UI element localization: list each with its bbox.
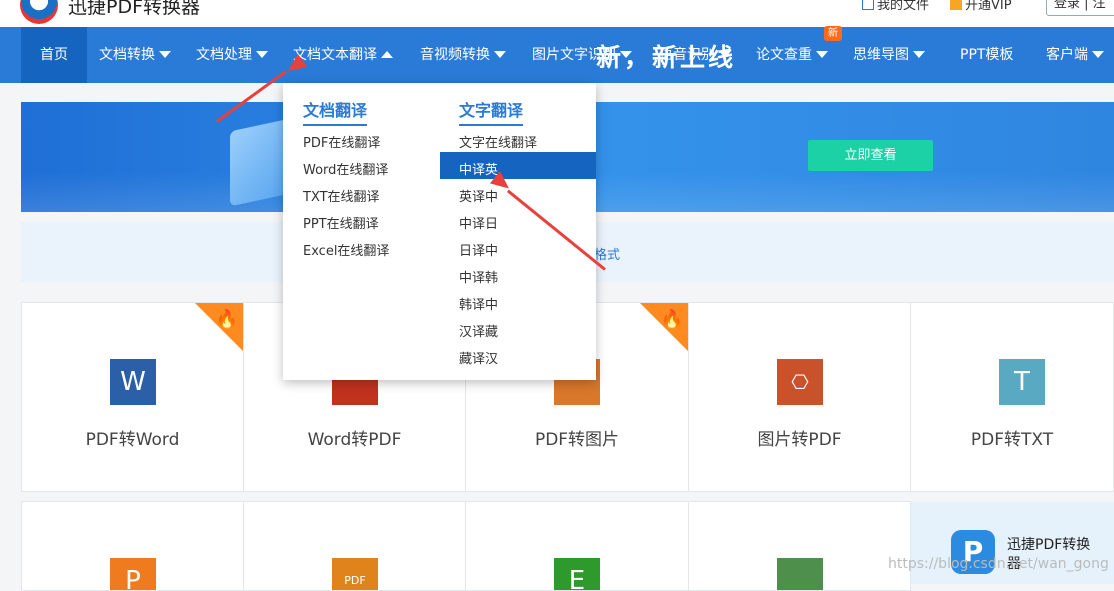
dropdown-section-title: 文档翻译 [303, 97, 368, 126]
tool-card-pdf-to-word[interactable]: 🔥 W PDF转Word [21, 302, 244, 492]
menu-item-excel-translate[interactable]: Excel在线翻译 [303, 240, 389, 259]
nav-label: 音视频转换 [420, 47, 490, 63]
excel-icon: E [554, 558, 600, 590]
top-bar: 迅捷PDF转换器 我的文件 开通VIP 登录 | 注 [0, 0, 1114, 27]
caret-up-icon [381, 51, 393, 58]
nav-item-client[interactable]: 客户端 [1046, 27, 1104, 83]
menu-item-zh-ko[interactable]: 中译韩 [459, 267, 498, 286]
flame-icon: 🔥 [660, 309, 683, 330]
nav-item-doc-convert[interactable]: 文档转换 [99, 27, 171, 83]
menu-item-ja-zh[interactable]: 日译中 [459, 240, 498, 259]
menu-item-zh-en[interactable]: 中译英 [459, 159, 498, 178]
watermark: https://blog.csdn.net/wan_gong [888, 556, 1109, 572]
translate-dropdown-menu: 文档翻译 文字翻译 PDF在线翻译 Word在线翻译 TXT在线翻译 PPT在线… [283, 83, 596, 380]
nav-label: 文档处理 [196, 47, 252, 63]
card-label: PDF转图片 [534, 430, 620, 450]
pdf-doc-icon: PDF [332, 558, 378, 590]
folder-icon [862, 0, 874, 10]
banner-illustration [230, 118, 290, 207]
nav-item-av-convert[interactable]: 音视频转换 [420, 27, 506, 83]
word-icon: W [110, 359, 156, 405]
crown-icon [950, 0, 962, 10]
nav-label: PPT模板 [960, 47, 1014, 63]
nav-item-plagiarism[interactable]: 论文查重 [756, 27, 828, 83]
menu-item-txt-translate[interactable]: TXT在线翻译 [303, 186, 380, 205]
tool-card[interactable] [688, 501, 911, 591]
login-button[interactable]: 登录 | 注 [1046, 0, 1114, 16]
site-logo[interactable] [20, 0, 58, 24]
tool-card-image-to-pdf[interactable]: ⎔ 图片转PDF [688, 302, 911, 492]
menu-item-word-translate[interactable]: Word在线翻译 [303, 159, 388, 178]
nav-label: 客户端 [1046, 47, 1088, 63]
file-icon [777, 558, 823, 590]
my-files-link[interactable]: 我的文件 [862, 0, 929, 13]
main-nav: 首页 文档转换 文档处理 文档文本翻译 音视频转换 图片文字识别 语音识别 论文… [0, 27, 1114, 83]
pdf-icon: ⎔ [777, 359, 823, 405]
tool-card[interactable]: PDF [243, 501, 466, 591]
tool-card[interactable]: P [21, 501, 244, 591]
flame-icon: 🔥 [215, 309, 238, 330]
nav-label: 论文查重 [756, 47, 812, 63]
view-now-button[interactable]: 立即查看 [808, 140, 933, 171]
hot-tag: 🔥 [195, 303, 243, 351]
nav-item-ppt[interactable]: PPT模板 [960, 27, 1013, 83]
tool-card[interactable]: E [465, 501, 689, 591]
caret-down-icon [159, 51, 171, 58]
menu-item-ppt-translate[interactable]: PPT在线翻译 [303, 213, 379, 232]
caret-down-icon [913, 51, 925, 58]
banner-text: 新，新上线 [596, 43, 737, 72]
nav-item-doc-translate[interactable]: 文档文本翻译 [293, 27, 393, 83]
nav-item-home[interactable]: 首页 [21, 27, 87, 83]
caret-down-icon [494, 51, 506, 58]
menu-item-pdf-translate[interactable]: PDF在线翻译 [303, 132, 380, 151]
menu-item-en-zh[interactable]: 英译中 [459, 186, 498, 205]
menu-item-zh-bo[interactable]: 汉译藏 [459, 321, 498, 340]
caret-down-icon [1092, 51, 1104, 58]
card-label: PDF转Word [85, 430, 180, 450]
site-title[interactable]: 迅捷PDF转换器 [68, 0, 200, 19]
tool-card-pdf-to-txt[interactable]: T PDF转TXT [910, 302, 1114, 492]
vip-link[interactable]: 开通VIP [950, 0, 1012, 13]
vip-label: 开通VIP [965, 0, 1012, 13]
new-badge: 新 [824, 26, 842, 41]
card-label: Word转PDF [307, 430, 402, 450]
menu-item-bo-zh[interactable]: 藏译汉 [459, 348, 498, 367]
hot-tag: 🔥 [640, 303, 688, 351]
menu-item-text-translate[interactable]: 文字在线翻译 [459, 132, 537, 151]
caret-down-icon [816, 51, 828, 58]
my-files-label: 我的文件 [877, 0, 930, 13]
caret-down-icon [256, 51, 268, 58]
menu-item-ko-zh[interactable]: 韩译中 [459, 294, 498, 313]
notice-link[interactable]: 格式 [594, 244, 620, 263]
card-label: 图片转PDF [757, 430, 842, 450]
card-label: PDF转TXT [970, 430, 1054, 450]
menu-item-zh-ja[interactable]: 中译日 [459, 213, 498, 232]
nav-label: 首页 [40, 47, 68, 63]
nav-item-doc-process[interactable]: 文档处理 [196, 27, 268, 83]
dropdown-section-title: 文字翻译 [459, 97, 524, 126]
nav-label: 思维导图 [853, 47, 909, 63]
ppt-icon: P [110, 558, 156, 590]
nav-label: 文档转换 [99, 47, 155, 63]
txt-icon: T [999, 359, 1045, 405]
nav-label: 文档文本翻译 [293, 47, 377, 63]
nav-item-mindmap[interactable]: 思维导图 [853, 27, 925, 83]
